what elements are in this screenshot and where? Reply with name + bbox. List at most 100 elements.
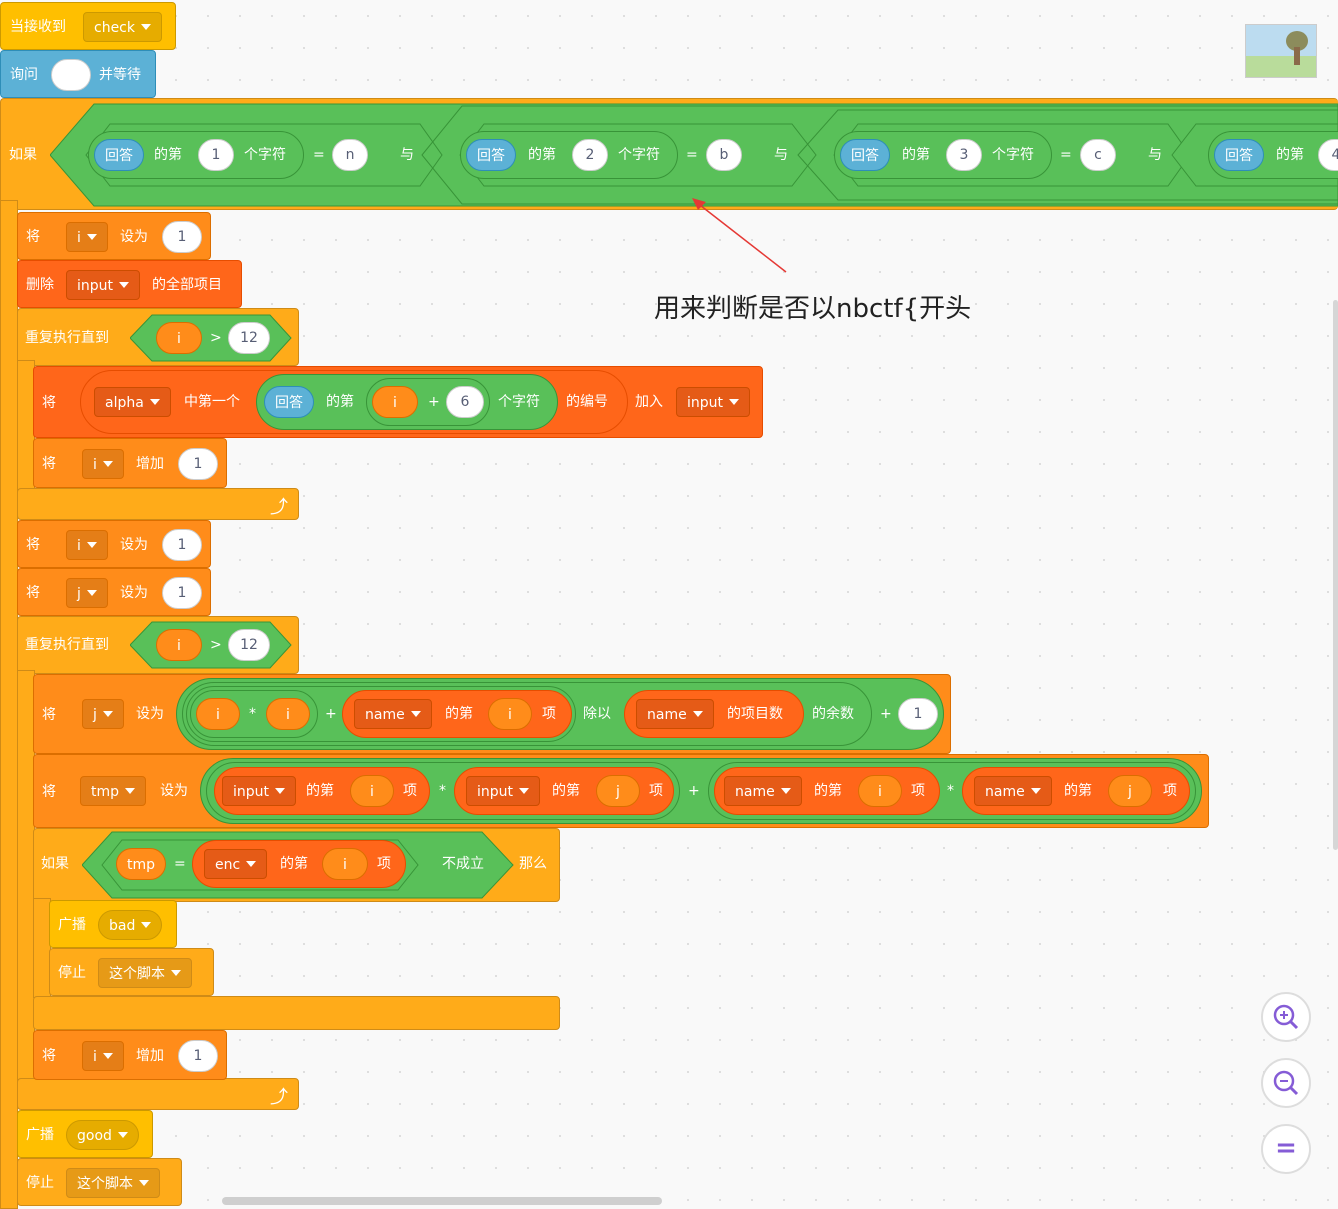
message-dropdown-bad[interactable]: bad	[98, 910, 163, 940]
var-reporter-i[interactable]: i	[322, 848, 368, 880]
var-reporter-j[interactable]: j	[596, 775, 640, 807]
broadcast-good-block[interactable]: 广播 good	[17, 1110, 153, 1158]
then-text: 那么	[519, 856, 547, 872]
to-label: 设为	[120, 585, 148, 601]
value-input-3[interactable]: c	[1080, 139, 1116, 171]
list-dropdown-input[interactable]: input	[66, 270, 141, 300]
stop-label: 停止	[58, 965, 86, 981]
var-reporter-i[interactable]: i	[372, 386, 418, 418]
of-text: 的第	[445, 706, 473, 722]
list-dropdown-name[interactable]: name	[724, 776, 802, 806]
eq-text-2: =	[686, 147, 698, 163]
eq-text-3: =	[1060, 147, 1072, 163]
when-receive-block[interactable]: 当接收到 check	[0, 2, 176, 50]
answer-reporter-4[interactable]: 回答	[1214, 139, 1264, 171]
zoom-reset-button[interactable]: =	[1261, 1124, 1311, 1174]
ask-input[interactable]	[51, 59, 91, 91]
set-i-block[interactable]: 将 i 设为 1	[17, 212, 211, 260]
var-dropdown-i[interactable]: i	[82, 1041, 124, 1071]
answer-reporter[interactable]: 回答	[264, 386, 314, 418]
var-reporter-i[interactable]: i	[156, 322, 202, 354]
list-dropdown-name[interactable]: name	[354, 699, 432, 729]
eq-op: =	[174, 856, 186, 872]
list-dropdown-name[interactable]: name	[974, 776, 1052, 806]
list-dropdown-alpha[interactable]: alpha	[94, 387, 171, 417]
var-dropdown-i[interactable]: i	[66, 222, 108, 252]
mul-op: *	[249, 706, 256, 722]
and-text-3: 与	[1148, 147, 1162, 163]
list-dropdown-input[interactable]: input	[222, 776, 297, 806]
char-text-2: 个字符	[618, 147, 660, 163]
to-label: 设为	[160, 783, 188, 799]
set-label: 将	[26, 229, 40, 245]
stop-option-dropdown[interactable]: 这个脚本	[98, 958, 192, 988]
change-label: 增加	[136, 456, 164, 472]
item-text: 项	[911, 783, 925, 799]
set-j-block[interactable]: 将 j 设为 1	[17, 568, 211, 616]
ask-block[interactable]: 询问 并等待	[0, 50, 156, 98]
list-dropdown-input[interactable]: input	[466, 776, 541, 806]
answer-reporter-3[interactable]: 回答	[840, 139, 890, 171]
index-input-2[interactable]: 2	[572, 139, 608, 171]
and-text-2: 与	[774, 147, 788, 163]
broadcast-label: 广播	[58, 917, 86, 933]
item-text: 项	[1163, 783, 1177, 799]
list-dropdown-input[interactable]: input	[676, 387, 751, 417]
answer-reporter-2[interactable]: 回答	[466, 139, 516, 171]
var-reporter-i[interactable]: i	[858, 775, 902, 807]
horizontal-scrollbar[interactable]	[222, 1197, 662, 1205]
index-input-1[interactable]: 1	[198, 139, 234, 171]
zoom-in-button[interactable]	[1261, 992, 1311, 1042]
limit-input[interactable]: 12	[228, 322, 270, 354]
index-input-3[interactable]: 3	[946, 139, 982, 171]
var-reporter-i[interactable]: i	[156, 629, 202, 661]
var-reporter-j[interactable]: j	[1108, 775, 1152, 807]
limit-input[interactable]: 12	[228, 629, 270, 661]
annotation-arrow	[692, 198, 787, 273]
value-input[interactable]: 1	[162, 529, 202, 561]
delete-all-block[interactable]: 删除 input 的全部项目	[17, 260, 242, 308]
value-input-2[interactable]: b	[706, 139, 742, 171]
stop-option-dropdown[interactable]: 这个脚本	[66, 1168, 160, 1198]
of-text: 的第	[1064, 783, 1092, 799]
var-reporter-i[interactable]: i	[196, 698, 240, 730]
value-input[interactable]: 1	[178, 1040, 218, 1072]
var-dropdown-j[interactable]: j	[82, 699, 124, 729]
var-dropdown-i[interactable]: i	[66, 530, 108, 560]
stop-block-2[interactable]: 停止 这个脚本	[17, 1158, 182, 1206]
vertical-scrollbar[interactable]	[1333, 300, 1338, 850]
value-input[interactable]: 1	[178, 448, 218, 480]
stop-block-1[interactable]: 停止 这个脚本	[49, 948, 214, 996]
when-receive-label: 当接收到	[10, 19, 66, 35]
var-reporter-i[interactable]: i	[350, 775, 394, 807]
repeat-label-1: 重复执行直到	[25, 330, 109, 346]
sprite-thumbnail[interactable]	[1245, 24, 1317, 78]
var-reporter-i[interactable]: i	[488, 698, 532, 730]
list-dropdown-name[interactable]: name	[636, 699, 714, 729]
offset-input[interactable]: 6	[446, 386, 484, 418]
value-input[interactable]: 1	[898, 698, 938, 730]
zoom-out-button[interactable]	[1261, 1058, 1311, 1108]
of-text-4: 的第	[1276, 147, 1304, 163]
var-dropdown-tmp[interactable]: tmp	[80, 776, 147, 806]
change-i-block[interactable]: 将 i 增加 1	[33, 438, 227, 488]
var-reporter-i[interactable]: i	[266, 698, 310, 730]
answer-reporter-1[interactable]: 回答	[94, 139, 144, 171]
var-dropdown-i[interactable]: i	[82, 449, 124, 479]
var-dropdown-j[interactable]: j	[66, 578, 108, 608]
list-dropdown-enc[interactable]: enc	[204, 849, 268, 879]
change-i-block-2[interactable]: 将 i 增加 1	[33, 1030, 227, 1080]
value-input[interactable]: 1	[162, 221, 202, 253]
to-label: 设为	[120, 229, 148, 245]
value-input[interactable]: 1	[162, 577, 202, 609]
value-input-1[interactable]: n	[332, 139, 368, 171]
message-dropdown[interactable]: check	[83, 12, 162, 42]
repeat-foot-1: ⤴	[17, 488, 299, 520]
stop-label: 停止	[26, 1175, 54, 1191]
broadcast-bad-block[interactable]: 广播 bad	[49, 900, 177, 948]
set-i-block-2[interactable]: 将 i 设为 1	[17, 520, 211, 568]
message-dropdown-good[interactable]: good	[66, 1120, 139, 1150]
item-text: 项	[377, 856, 391, 872]
var-reporter-tmp[interactable]: tmp	[116, 848, 166, 880]
change-label: 增加	[136, 1048, 164, 1064]
